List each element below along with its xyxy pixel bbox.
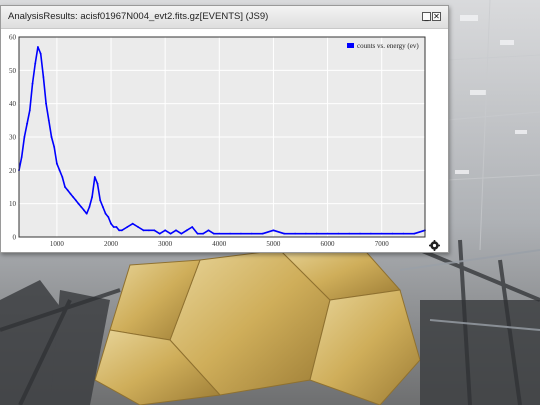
data-point: [391, 232, 394, 235]
data-point: [337, 232, 340, 235]
data-point: [91, 196, 93, 198]
data-point: [326, 232, 329, 235]
y-tick-label: 60: [9, 34, 17, 42]
data-point: [126, 226, 129, 228]
data-point: [115, 226, 118, 228]
data-point: [20, 156, 23, 158]
gear-icon[interactable]: [429, 238, 440, 251]
data-point: [191, 226, 194, 228]
data-point: [261, 232, 264, 235]
y-tick-label: 40: [9, 100, 17, 108]
data-point: [104, 212, 107, 215]
data-point: [39, 52, 42, 55]
x-tick-label: 3000: [158, 240, 173, 248]
data-point: [34, 62, 37, 65]
data-point: [112, 226, 115, 228]
data-point: [31, 82, 34, 85]
data-point: [120, 229, 123, 232]
data-point: [272, 229, 275, 232]
data-point: [180, 232, 183, 235]
data-point: [93, 176, 96, 178]
data-point: [47, 119, 50, 122]
y-tick-label: 30: [9, 134, 17, 142]
x-tick-label: 6000: [321, 240, 336, 248]
data-point: [88, 206, 91, 208]
data-point: [69, 192, 72, 195]
data-point: [37, 46, 39, 48]
data-point: [55, 162, 58, 165]
data-point: [77, 202, 80, 205]
data-point: [164, 229, 167, 232]
data-point: [137, 226, 139, 228]
data-point: [83, 209, 85, 212]
data-point: [185, 229, 188, 232]
data-point: [72, 196, 75, 198]
data-point: [80, 206, 83, 208]
energy-spectrum-chart[interactable]: 0 10 20 30 40 50 60 1000 2000 3000 4000 5000 6000 700…: [1, 29, 448, 252]
data-point: [58, 169, 61, 172]
data-point: [175, 229, 177, 232]
data-point: [99, 199, 102, 202]
data-point: [359, 232, 361, 235]
x-tick-label: 2000: [104, 240, 119, 248]
data-point: [102, 206, 104, 208]
data-point: [64, 186, 66, 188]
data-point: [118, 229, 121, 232]
y-tick-label: 10: [9, 200, 17, 208]
data-point: [158, 232, 161, 235]
data-point: [42, 76, 45, 78]
close-button[interactable]: ✕: [432, 12, 441, 21]
data-point: [45, 102, 47, 105]
window-titlebar[interactable]: AnalysisResults: acisf01967N004_evt2.fit…: [1, 6, 448, 29]
data-point: [229, 232, 232, 235]
data-point: [28, 109, 31, 112]
data-point: [294, 232, 296, 235]
data-point: [148, 229, 150, 232]
data-point: [402, 232, 405, 235]
data-point: [110, 222, 112, 225]
data-point: [283, 232, 286, 235]
minimize-button[interactable]: _: [422, 12, 431, 21]
data-point: [305, 232, 307, 235]
data-point: [142, 229, 145, 232]
x-tick-label: 5000: [266, 240, 281, 248]
data-point: [26, 122, 29, 125]
analysis-results-window: AnalysisResults: acisf01967N004_evt2.fit…: [0, 5, 449, 253]
data-point: [196, 232, 199, 235]
data-point: [218, 232, 221, 235]
data-point: [74, 199, 77, 202]
legend-swatch: [347, 43, 354, 48]
legend-label: counts vs. energy (ev): [357, 42, 419, 50]
data-point: [250, 232, 253, 235]
data-point: [50, 136, 53, 138]
data-point: [212, 232, 215, 235]
data-point: [96, 182, 99, 185]
data-point: [207, 229, 210, 232]
data-point: [107, 216, 110, 218]
data-point: [369, 232, 372, 235]
x-tick-label: 4000: [212, 240, 227, 248]
data-point: [202, 232, 204, 235]
data-point: [23, 136, 26, 138]
data-point: [380, 232, 383, 235]
data-point: [413, 232, 416, 235]
x-tick-label: 1000: [50, 240, 65, 248]
y-tick-label: 0: [13, 234, 17, 242]
data-point: [53, 146, 56, 148]
y-tick-label: 20: [9, 167, 17, 175]
data-point: [315, 232, 318, 235]
data-point: [348, 232, 351, 235]
x-tick-label: 7000: [375, 240, 390, 248]
window-title: AnalysisResults: acisf01967N004_evt2.fit…: [8, 11, 269, 22]
data-point: [240, 232, 242, 235]
data-point: [153, 229, 156, 232]
data-point: [61, 176, 64, 178]
data-point: [66, 189, 69, 192]
data-point: [131, 222, 134, 225]
data-point: [169, 232, 172, 235]
plot-container[interactable]: 0 10 20 30 40 50 60 1000 2000 3000 4000 5000 6000 700…: [1, 29, 448, 252]
y-tick-label: 50: [9, 67, 17, 75]
data-point: [85, 212, 88, 215]
